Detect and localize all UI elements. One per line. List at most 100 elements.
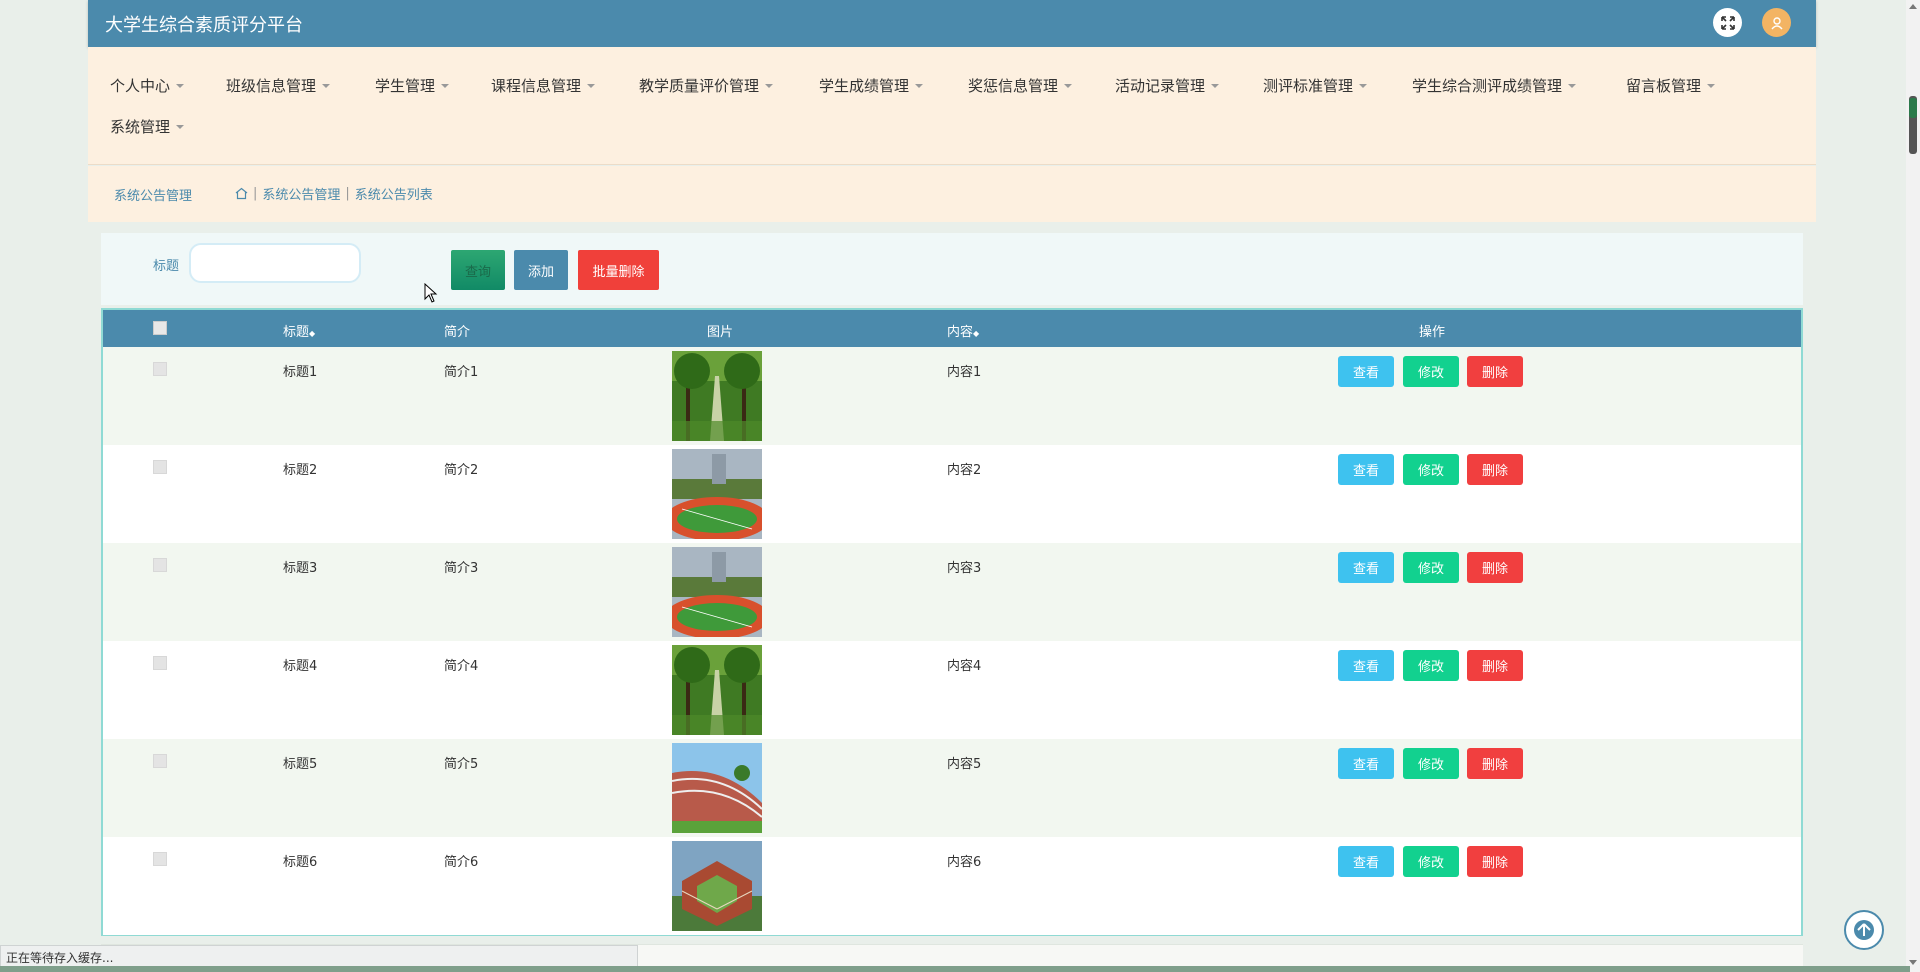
row-checkbox[interactable] xyxy=(153,460,167,474)
view-button[interactable]: 查看 xyxy=(1338,650,1394,681)
nav-item-rewards[interactable]: 奖惩信息管理 xyxy=(968,75,1073,96)
nav-item-comprehensive-scores[interactable]: 学生综合测评成绩管理 xyxy=(1412,75,1577,96)
caret-down-icon xyxy=(322,83,331,88)
view-button[interactable]: 查看 xyxy=(1338,552,1394,583)
view-button[interactable]: 查看 xyxy=(1338,846,1394,877)
row-checkbox[interactable] xyxy=(153,754,167,768)
view-button[interactable]: 查看 xyxy=(1338,356,1394,387)
mouse-cursor-icon xyxy=(424,283,438,303)
expand-icon xyxy=(1720,15,1735,30)
nav-label: 系统管理 xyxy=(110,118,171,136)
cell-title: 标题3 xyxy=(283,561,318,576)
title-search-input[interactable] xyxy=(189,243,361,283)
delete-button[interactable]: 删除 xyxy=(1467,650,1523,681)
caret-down-icon xyxy=(1707,83,1716,88)
caret-down-icon xyxy=(1211,83,1220,88)
search-panel: 标题 查询 添加 批量删除 xyxy=(101,233,1803,305)
row-checkbox[interactable] xyxy=(153,558,167,572)
column-header-content[interactable]: 内容◆ xyxy=(947,321,979,340)
cell-intro: 简介1 xyxy=(444,365,479,380)
nav-item-message-board[interactable]: 留言板管理 xyxy=(1626,75,1716,96)
delete-button[interactable]: 删除 xyxy=(1467,748,1523,779)
nav-item-activity[interactable]: 活动记录管理 xyxy=(1115,75,1220,96)
row-checkbox[interactable] xyxy=(153,852,167,866)
breadcrumb-item[interactable]: 系统公告管理 xyxy=(262,184,340,203)
page-scrollbar[interactable] xyxy=(1906,0,1920,972)
column-header-intro: 简介 xyxy=(444,325,471,340)
nav-item-course-info[interactable]: 课程信息管理 xyxy=(491,75,596,96)
nav-label: 教学质量评价管理 xyxy=(639,77,760,95)
nav-item-grades[interactable]: 学生成绩管理 xyxy=(819,75,924,96)
breadcrumb-bar: 系统公告管理 | 系统公告管理 | 系统公告列表 xyxy=(88,166,1816,222)
nav-label: 活动记录管理 xyxy=(1115,77,1206,95)
caret-down-icon xyxy=(1359,83,1368,88)
cell-content: 内容4 xyxy=(947,659,982,674)
nav-item-student[interactable]: 学生管理 xyxy=(375,75,450,96)
nav-item-teaching-evaluation[interactable]: 教学质量评价管理 xyxy=(639,75,774,96)
edit-button[interactable]: 修改 xyxy=(1403,650,1459,681)
table-header: 标题◆ 简介 图片 内容◆ 操作 xyxy=(103,310,1801,347)
edit-button[interactable]: 修改 xyxy=(1403,846,1459,877)
nav-label: 学生综合测评成绩管理 xyxy=(1412,77,1563,95)
scroll-down-icon[interactable] xyxy=(1909,960,1917,965)
cell-intro: 简介3 xyxy=(444,561,479,576)
search-button[interactable]: 查询 xyxy=(451,250,505,290)
edit-button[interactable]: 修改 xyxy=(1403,748,1459,779)
table-row: 标题1 简介1 内容1 查看 修改 删除 xyxy=(103,347,1801,445)
scroll-up-icon[interactable] xyxy=(1909,4,1917,9)
top-header: 大学生综合素质评分平台 xyxy=(88,0,1816,47)
cell-intro: 简介4 xyxy=(444,659,479,674)
caret-down-icon xyxy=(587,83,596,88)
nav-item-class-info[interactable]: 班级信息管理 xyxy=(226,75,331,96)
delete-button[interactable]: 删除 xyxy=(1467,846,1523,877)
view-button[interactable]: 查看 xyxy=(1338,748,1394,779)
nav-label: 学生管理 xyxy=(375,77,436,95)
delete-button[interactable]: 删除 xyxy=(1467,552,1523,583)
column-label: 内容 xyxy=(947,325,974,340)
user-icon xyxy=(1770,16,1783,29)
edit-button[interactable]: 修改 xyxy=(1403,552,1459,583)
nav-label: 测评标准管理 xyxy=(1263,77,1354,95)
nav-label: 个人中心 xyxy=(110,77,171,95)
cell-title: 标题4 xyxy=(283,659,318,674)
table-row: 标题4 简介4 内容4 查看 修改 删除 xyxy=(103,641,1801,739)
edit-button[interactable]: 修改 xyxy=(1403,454,1459,485)
nav-label: 学生成绩管理 xyxy=(819,77,910,95)
row-image xyxy=(672,351,762,441)
row-image xyxy=(672,743,762,833)
table-row: 标题2 简介2 内容2 查看 修改 删除 xyxy=(103,445,1801,543)
breadcrumb-separator: | xyxy=(253,186,258,201)
caret-down-icon xyxy=(176,124,185,129)
sports-field-image xyxy=(672,547,762,637)
nav-item-personal-center[interactable]: 个人中心 xyxy=(110,75,185,96)
delete-button[interactable]: 删除 xyxy=(1467,454,1523,485)
sort-icon: ◆ xyxy=(309,329,316,338)
column-header-actions: 操作 xyxy=(1419,325,1446,340)
cell-title: 标题1 xyxy=(283,365,318,380)
cell-content: 内容1 xyxy=(947,365,982,380)
table-row: 标题6 简介6 内容6 查看 修改 删除 xyxy=(103,837,1801,935)
column-header-title[interactable]: 标题◆ xyxy=(283,321,315,340)
delete-button[interactable]: 删除 xyxy=(1467,356,1523,387)
view-button[interactable]: 查看 xyxy=(1338,454,1394,485)
nav-item-standards[interactable]: 测评标准管理 xyxy=(1263,75,1368,96)
arrow-up-icon xyxy=(1854,920,1874,940)
campus-aerial-image xyxy=(672,841,762,931)
fullscreen-button[interactable] xyxy=(1713,8,1742,37)
nav-item-system[interactable]: 系统管理 xyxy=(110,116,185,137)
edit-button[interactable]: 修改 xyxy=(1403,356,1459,387)
back-to-top-button[interactable] xyxy=(1844,910,1884,950)
batch-delete-button[interactable]: 批量删除 xyxy=(578,250,659,290)
browser-status-bar: 正在等待存入缓存... xyxy=(0,945,638,967)
add-button[interactable]: 添加 xyxy=(514,250,568,290)
campus-building-image xyxy=(672,743,762,833)
user-avatar-button[interactable] xyxy=(1762,8,1791,37)
row-checkbox[interactable] xyxy=(153,362,167,376)
home-icon[interactable] xyxy=(235,187,248,200)
announcement-table: 标题◆ 简介 图片 内容◆ 操作 标题1 简介1 内容1 查看 修改 删除 标题… xyxy=(101,308,1803,936)
scroll-thumb-accent xyxy=(1909,98,1917,118)
select-all-checkbox[interactable] xyxy=(153,321,167,335)
cell-intro: 简介6 xyxy=(444,855,479,870)
row-checkbox[interactable] xyxy=(153,656,167,670)
nav-label: 留言板管理 xyxy=(1626,77,1702,95)
